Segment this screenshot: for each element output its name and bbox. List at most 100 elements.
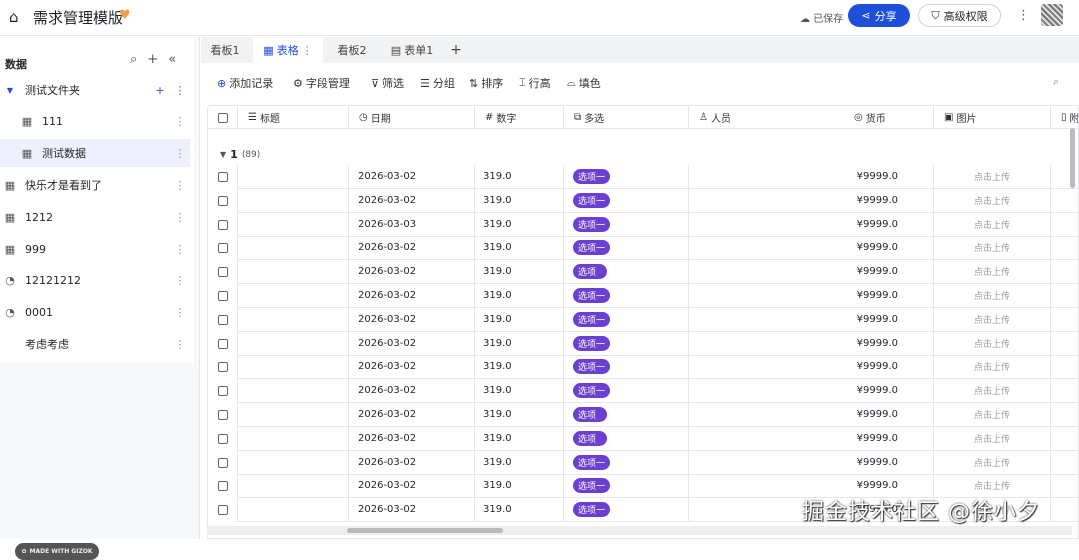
table-cell[interactable]: 点击上传 [934,165,1051,189]
upload-link[interactable]: 点击上传 [974,408,1010,421]
table-cell[interactable]: 点击上传 [934,355,1051,380]
more-icon[interactable]: ⋮ [170,147,190,160]
table-cell[interactable] [1051,379,1078,404]
table-cell[interactable]: 319.0 [475,331,564,356]
row-checkbox[interactable] [217,457,228,468]
table-cell[interactable] [238,212,349,237]
sidebar-folder[interactable]: ▼ 测试文件夹 + ⋮ [0,76,190,104]
table-row[interactable]: 2026-03-02 319.0 选项一 ¥9999.0 点击上传 [208,355,1078,380]
table-row[interactable]: 2026-03-02 319.0 选项一 ¥9999.0 点击上传 [208,307,1078,332]
table-cell[interactable]: 2026-03-02 [349,307,475,332]
column-header[interactable]: ⧉ 多选 [564,106,689,129]
table-cell[interactable]: 319.0 [475,498,564,523]
table-row[interactable]: 2026-03-02 319.0 选项一 ¥9999.0 点击上传 [208,284,1078,308]
table-cell[interactable]: 选项一 [564,284,689,308]
table-cell[interactable] [1051,284,1078,308]
column-header[interactable]: ☰ 标题 [238,106,349,129]
upload-link[interactable]: 点击上传 [974,479,1010,492]
table-cell[interactable] [238,355,349,380]
plus-icon[interactable]: + [147,52,158,67]
search-icon[interactable]: ⌕ [1053,75,1059,89]
table-cell[interactable]: 选项一 [564,474,689,499]
caret-down-icon[interactable]: ▼ [3,86,17,95]
table-cell[interactable]: 选项一 [564,307,689,332]
upload-link[interactable]: 点击上传 [974,218,1010,231]
sidebar-item[interactable]: 考虑考虑 ⋮ [0,330,190,358]
upload-link[interactable]: 点击上传 [974,170,1010,183]
table-cell[interactable]: 2026-03-02 [349,379,475,404]
field-manage-button[interactable]: ⚙ 字段管理 [293,75,350,91]
table-cell[interactable]: 选项 [564,403,689,427]
select-all-checkbox[interactable] [218,112,228,123]
table-cell[interactable]: 选项一 [564,165,689,189]
fill-color-button[interactable]: ⌓ 填色 [567,75,601,91]
table-row[interactable]: 2026-03-03 319.0 选项一 ¥9999.0 点击上传 [208,212,1078,237]
upload-link[interactable]: 点击上传 [974,360,1010,373]
table-cell[interactable]: 2026-03-02 [349,450,475,475]
upload-link[interactable]: 点击上传 [974,265,1010,278]
table-cell[interactable]: 点击上传 [934,212,1051,237]
table-cell[interactable]: ¥9999.0 [689,379,934,404]
table-cell[interactable]: 点击上传 [934,379,1051,404]
table-cell[interactable]: ¥9999.0 [689,236,934,261]
more-icon[interactable]: ⋮ [1017,8,1030,23]
table-row[interactable]: 2026-03-02 319.0 选项一 ¥9999.0 点击上传 [208,165,1078,189]
table-row[interactable]: 2026-03-02 319.0 选项一 ¥9999.0 点击上传 [208,379,1078,404]
more-icon[interactable]: ⋮ [170,115,190,128]
table-cell[interactable]: 点击上传 [934,426,1051,451]
row-checkbox[interactable] [217,267,228,278]
table-cell[interactable] [1051,474,1078,499]
row-checkbox[interactable] [217,243,228,254]
add-tab-button[interactable]: + [445,37,467,63]
table-cell[interactable] [238,450,349,475]
table-cell[interactable] [238,284,349,308]
table-cell[interactable] [1051,260,1078,285]
table-cell[interactable]: 319.0 [475,426,564,451]
table-cell[interactable]: 选项 [564,426,689,451]
table-cell[interactable]: 点击上传 [934,403,1051,427]
table-cell[interactable] [238,379,349,404]
table-cell[interactable]: ¥9999.0 [689,165,934,189]
upload-link[interactable]: 点击上传 [974,384,1010,397]
row-checkbox[interactable] [217,172,228,182]
row-checkbox[interactable] [217,291,228,301]
table-cell[interactable]: 319.0 [475,355,564,380]
group-header[interactable]: ▼ 1 (89) [220,148,260,161]
tab-table[interactable]: ▦ 表格 ⋮ [253,37,323,63]
table-cell[interactable] [1051,427,1078,451]
table-cell[interactable] [208,212,238,237]
header-checkbox-cell[interactable] [208,106,238,129]
sidebar-item[interactable]: ◔ 0001 ⋮ [0,298,190,326]
permission-button[interactable]: ⛉ 高级权限 [918,4,1001,27]
table-cell[interactable] [238,260,349,285]
more-icon[interactable]: ⋮ [170,211,190,224]
table-cell[interactable] [1051,355,1078,380]
table-cell[interactable]: 319.0 [475,165,564,189]
table-row[interactable]: 2026-03-02 319.0 选项一 ¥9999.0 点击上传 [208,236,1078,261]
table-cell[interactable] [208,284,238,308]
table-cell[interactable]: 319.0 [475,450,564,475]
table-cell[interactable]: 319.0 [475,236,564,261]
table-row[interactable]: 2026-03-02 319.0 选项一 ¥9999.0 点击上传 [208,450,1078,475]
sidebar-item[interactable]: ◔ 12121212 ⋮ [0,266,190,294]
sort-button[interactable]: ⇅ 排序 [469,75,503,91]
table-cell[interactable] [238,498,349,523]
column-header[interactable]: ▯ 附 [1051,106,1078,129]
table-cell[interactable]: ¥9999.0 [689,188,934,213]
row-checkbox[interactable] [217,219,228,230]
table-cell[interactable]: 选项一 [564,331,689,356]
vertical-scrollbar[interactable] [1070,128,1075,188]
table-cell[interactable]: ¥9999.0 [689,355,934,380]
share-button[interactable]: ⋖ 分享 [848,4,910,27]
plus-icon[interactable]: + [150,84,170,97]
column-header[interactable]: ▣ 图片 [934,106,1051,129]
add-record-button[interactable]: ⊕ 添加记录 [217,75,273,91]
table-cell[interactable]: 2026-03-02 [349,331,475,356]
column-header[interactable]: ♙ 人员 [689,106,846,129]
horizontal-scrollbar-track[interactable] [207,526,1072,535]
table-cell[interactable] [208,260,238,285]
more-icon[interactable]: ⋮ [170,306,190,319]
collapse-icon[interactable]: « [168,52,176,67]
table-cell[interactable]: 选项一 [564,188,689,213]
sidebar-item[interactable]: ▦ 测试数据 ⋮ [0,139,190,167]
